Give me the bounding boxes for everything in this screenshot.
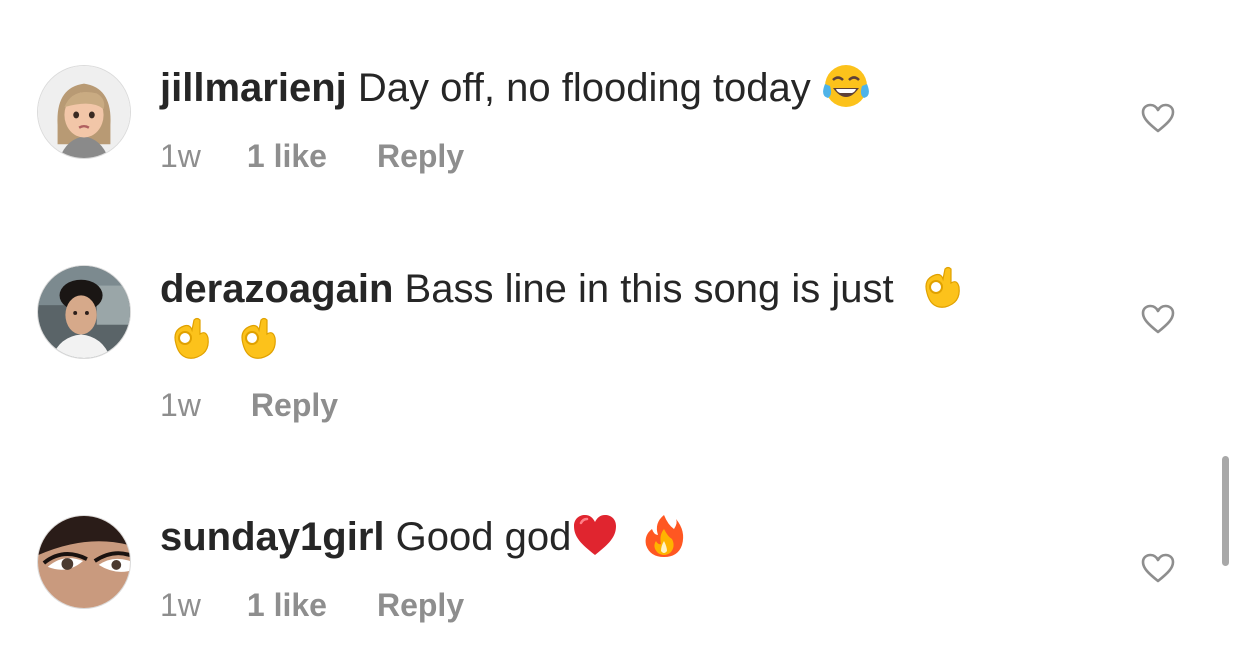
reply-button[interactable]: Reply	[377, 587, 464, 623]
comment-time: 1w	[160, 138, 201, 174]
face-with-tears-of-joy-icon	[822, 62, 870, 110]
comment-body: Day off, no flooding today	[357, 66, 811, 110]
avatar[interactable]	[37, 265, 131, 359]
comment-likes[interactable]: 1 like	[247, 587, 327, 623]
reply-button[interactable]: Reply	[377, 138, 464, 174]
comment-username[interactable]: jillmarienj	[160, 66, 347, 110]
heart-outline-icon[interactable]	[1140, 102, 1176, 134]
scrollbar-thumb[interactable]	[1222, 456, 1229, 566]
comment-text: derazoagain Bass line in this song is ju…	[160, 265, 1060, 366]
comment-meta: 1w 1 like Reply	[160, 136, 464, 176]
comment-likes[interactable]: 1 like	[247, 138, 327, 174]
fire-icon	[640, 511, 688, 559]
ok-hand-icon	[166, 314, 214, 362]
comment-text: sunday1girl Good god	[160, 513, 1060, 563]
comment-meta: 1w Reply	[160, 385, 338, 425]
red-heart-icon	[571, 511, 619, 559]
ok-hand-icon	[233, 314, 281, 362]
avatar[interactable]	[37, 515, 131, 609]
comment-body: Bass line in this song is just	[404, 267, 894, 311]
ok-hand-icon	[917, 263, 965, 311]
comment-time: 1w	[160, 587, 201, 623]
reply-button[interactable]: Reply	[251, 387, 338, 423]
comment-meta: 1w 1 like Reply	[160, 585, 464, 625]
comment-body: Good god	[395, 515, 572, 559]
comment-username[interactable]: sunday1girl	[160, 515, 385, 559]
avatar[interactable]	[37, 65, 131, 159]
heart-outline-icon[interactable]	[1140, 552, 1176, 584]
comment-text: jillmarienj Day off, no flooding today	[160, 64, 1060, 114]
comment-username[interactable]: derazoagain	[160, 267, 393, 311]
heart-outline-icon[interactable]	[1140, 303, 1176, 335]
comment-time: 1w	[160, 387, 201, 423]
